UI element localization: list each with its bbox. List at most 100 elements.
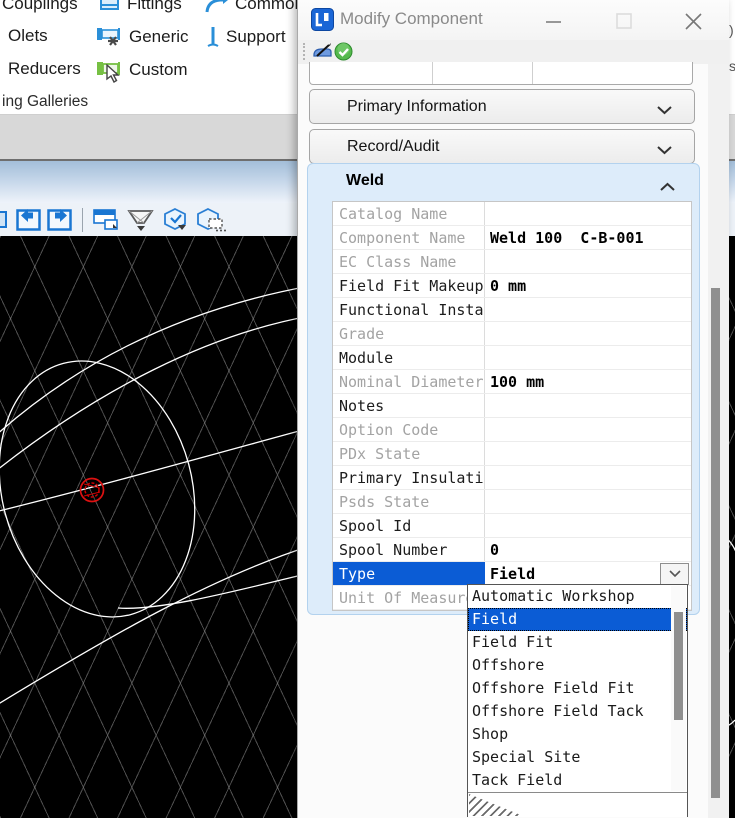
minimize-icon[interactable] bbox=[544, 12, 562, 30]
property-label: PDx State bbox=[333, 442, 485, 465]
dropdown-option[interactable]: Automatic Workshop bbox=[468, 585, 687, 608]
ribbon-button-couplings[interactable]: Couplings bbox=[2, 0, 78, 14]
ribbon-label: Custom bbox=[129, 59, 188, 79]
dropdown-scrollbar-thumb[interactable] bbox=[674, 612, 683, 720]
weld-property-grid: Catalog Name Component Name Weld 100 C-B-0… bbox=[332, 201, 692, 611]
property-label: Psds State bbox=[333, 490, 485, 513]
property-value[interactable] bbox=[485, 346, 691, 369]
ribbon-button-reducers[interactable]: Reducers bbox=[8, 59, 81, 79]
dropdown-option[interactable]: Offshore bbox=[468, 654, 687, 677]
property-row[interactable]: Type Field bbox=[333, 562, 691, 586]
view-next-icon[interactable] bbox=[47, 208, 72, 231]
dialog-scrollbar-thumb[interactable] bbox=[711, 288, 720, 798]
property-label: Option Code bbox=[333, 418, 485, 441]
maximize-icon[interactable] bbox=[615, 12, 633, 30]
property-row[interactable]: Option Code bbox=[333, 418, 691, 442]
ribbon-label: Fittings bbox=[127, 0, 182, 13]
property-row[interactable]: EC Class Name bbox=[333, 250, 691, 274]
ribbon-button-olets[interactable]: Olets bbox=[8, 26, 48, 46]
window-partial-icon[interactable] bbox=[0, 209, 10, 231]
property-row[interactable]: Nominal Diameter 100 mm bbox=[333, 370, 691, 394]
property-row[interactable]: PDx State bbox=[333, 442, 691, 466]
section-header-record-audit[interactable]: Record/Audit bbox=[309, 129, 695, 164]
property-value[interactable] bbox=[485, 202, 691, 225]
property-value[interactable] bbox=[485, 298, 691, 321]
close-icon[interactable] bbox=[684, 12, 702, 30]
property-row[interactable]: Spool Id bbox=[333, 514, 691, 538]
screen: Couplings Fittings Common Olets Generic … bbox=[0, 0, 735, 818]
property-label: Primary Insulation bbox=[333, 466, 485, 489]
dialog-title: Modify Component bbox=[340, 9, 483, 28]
dropdown-resize-grip-icon[interactable] bbox=[469, 794, 523, 816]
property-value[interactable] bbox=[485, 466, 691, 489]
dropdown-option[interactable]: Tack Field bbox=[468, 769, 687, 792]
property-value[interactable]: Field bbox=[485, 562, 691, 585]
ribbon-button-support[interactable]: Support bbox=[206, 25, 286, 49]
toolbar-grip[interactable] bbox=[303, 43, 305, 60]
property-value[interactable] bbox=[485, 322, 691, 345]
property-row[interactable]: Grade bbox=[333, 322, 691, 346]
ribbon-label: Reducers bbox=[8, 59, 81, 78]
scrolled-partial-row bbox=[309, 62, 693, 85]
property-row[interactable]: Field Fit Makeup 0 mm bbox=[333, 274, 691, 298]
property-value-text: Field bbox=[490, 565, 536, 583]
property-row[interactable]: Notes bbox=[333, 394, 691, 418]
chevron-up-icon bbox=[660, 178, 675, 196]
dropdown-option[interactable]: Special Site bbox=[468, 746, 687, 769]
section-header-primary-information[interactable]: Primary Information bbox=[309, 89, 695, 124]
dropdown-option[interactable]: Offshore Field Tack bbox=[468, 700, 687, 723]
property-value[interactable] bbox=[485, 514, 691, 537]
property-value[interactable] bbox=[485, 394, 691, 417]
property-value[interactable]: 0 bbox=[485, 538, 691, 561]
property-label: Functional Instance bbox=[333, 298, 485, 321]
dropdown-option[interactable]: Field Fit bbox=[468, 631, 687, 654]
property-label: EC Class Name bbox=[333, 250, 485, 273]
property-value[interactable]: 100 mm bbox=[485, 370, 691, 393]
section-weld: Weld Catalog Name Component Name Weld 100 … bbox=[307, 163, 700, 615]
property-value[interactable] bbox=[485, 418, 691, 441]
copy-view-icon[interactable] bbox=[93, 208, 120, 231]
property-value[interactable] bbox=[485, 490, 691, 513]
property-label: Spool Number bbox=[333, 538, 485, 561]
property-row[interactable]: Component Name Weld 100 C-B-001 bbox=[333, 226, 691, 250]
property-value-text: 100 mm bbox=[490, 373, 545, 391]
property-row[interactable]: Module bbox=[333, 346, 691, 370]
property-row[interactable]: Spool Number 0 bbox=[333, 538, 691, 562]
dropdown-option[interactable]: Shop bbox=[468, 723, 687, 746]
type-combo-button[interactable] bbox=[660, 563, 689, 585]
clip-volume-icon[interactable] bbox=[162, 207, 190, 232]
edge-text-fragment: ) bbox=[729, 22, 734, 38]
property-row[interactable]: Primary Insulation bbox=[333, 466, 691, 490]
display-style-icon[interactable] bbox=[126, 208, 156, 232]
dropdown-option[interactable]: Offshore Field Fit bbox=[468, 677, 687, 700]
property-value[interactable]: 0 mm bbox=[485, 274, 691, 297]
property-label: Unit Of Measure bbox=[333, 586, 485, 609]
property-label: Catalog Name bbox=[333, 202, 485, 225]
clip-mask-icon[interactable] bbox=[196, 207, 226, 232]
dialog-scrollbar[interactable] bbox=[708, 64, 729, 818]
dialog-titlebar[interactable]: Modify Component bbox=[298, 0, 729, 40]
ribbon-button-generic[interactable]: Generic bbox=[96, 25, 189, 48]
dropdown-option[interactable]: Field bbox=[468, 608, 687, 631]
property-label: Spool Id bbox=[333, 514, 485, 537]
property-label: Nominal Diameter bbox=[333, 370, 485, 393]
property-label: Module bbox=[333, 346, 485, 369]
property-value[interactable]: Weld 100 C-B-001 bbox=[485, 226, 691, 249]
type-dropdown-list: Automatic Workshop Field Field Fit Offshore… bbox=[468, 585, 687, 792]
toolbar-separator bbox=[82, 207, 83, 232]
elbow-arrow-icon bbox=[203, 0, 229, 14]
section-header-weld[interactable]: Weld bbox=[308, 164, 699, 198]
property-row[interactable]: Functional Instance bbox=[333, 298, 691, 322]
ribbon-button-common[interactable]: Common bbox=[203, 0, 304, 14]
dropdown-resize-bar[interactable] bbox=[468, 792, 687, 817]
property-row[interactable]: Psds State bbox=[333, 490, 691, 514]
ribbon-label: Couplings bbox=[2, 0, 78, 13]
property-value[interactable] bbox=[485, 250, 691, 273]
property-row[interactable]: Catalog Name bbox=[333, 202, 691, 226]
dropdown-scrollbar[interactable] bbox=[671, 586, 686, 791]
view-previous-icon[interactable] bbox=[16, 208, 41, 231]
app-icon bbox=[311, 8, 334, 36]
ribbon-button-fittings[interactable]: Fittings bbox=[99, 0, 182, 14]
edge-text-fragment: s bbox=[729, 58, 735, 74]
property-value[interactable] bbox=[485, 442, 691, 465]
